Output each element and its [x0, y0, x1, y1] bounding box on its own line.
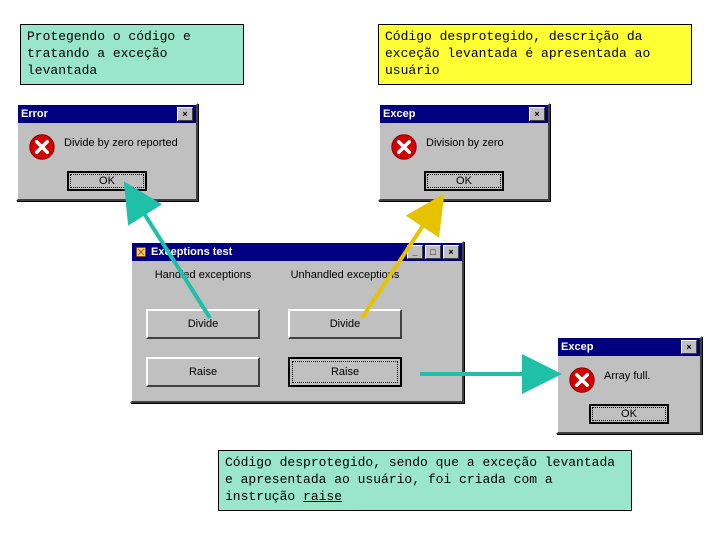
note-raise: Código desprotegido, sendo que a exceção…	[218, 450, 632, 511]
window-title: Error	[21, 108, 48, 120]
ok-button[interactable]: OK	[589, 404, 669, 424]
group-unhandled: Unhandled exceptions Divide Raise	[288, 269, 402, 387]
title-bar[interactable]: Exceptions test _ □ ×	[132, 243, 462, 261]
dialog-excep-arrayfull: Excep × Array full. OK	[556, 336, 702, 434]
note-protected: Protegendo o código e tratando a exceção…	[20, 24, 244, 85]
dialog-error: Error × Divide by zero reported OK	[16, 103, 198, 201]
group-handled: Handled exceptions Divide Raise	[146, 269, 260, 387]
window-title: Exceptions test	[151, 246, 232, 258]
handled-raise-button[interactable]: Raise	[146, 357, 260, 387]
minimize-icon[interactable]: _	[407, 245, 423, 259]
close-icon[interactable]: ×	[529, 107, 545, 121]
unhandled-raise-button[interactable]: Raise	[288, 357, 402, 387]
maximize-icon[interactable]: □	[425, 245, 441, 259]
error-icon	[390, 133, 418, 161]
close-icon[interactable]: ×	[681, 340, 697, 354]
dialog-excep-divzero: Excep × Division by zero OK	[378, 103, 550, 201]
close-icon[interactable]: ×	[177, 107, 193, 121]
close-icon[interactable]: ×	[443, 245, 459, 259]
title-bar[interactable]: Excep ×	[380, 105, 548, 123]
window-exceptions-test: Exceptions test _ □ × Handled exceptions…	[130, 241, 464, 403]
error-message: Divide by zero reported	[64, 133, 178, 149]
keyword-raise: raise	[303, 489, 342, 504]
window-title: Excep	[383, 108, 415, 120]
unhandled-divide-button[interactable]: Divide	[288, 309, 402, 339]
error-icon	[28, 133, 56, 161]
handled-divide-button[interactable]: Divide	[146, 309, 260, 339]
app-icon	[135, 246, 147, 258]
group-label-unhandled: Unhandled exceptions	[291, 269, 400, 281]
title-bar[interactable]: Error ×	[18, 105, 196, 123]
title-bar[interactable]: Excep ×	[558, 338, 700, 356]
group-label-handled: Handled exceptions	[155, 269, 252, 281]
ok-button[interactable]: OK	[424, 171, 504, 191]
ok-button[interactable]: OK	[67, 171, 147, 191]
error-message: Division by zero	[426, 133, 504, 149]
window-title: Excep	[561, 341, 593, 353]
error-icon	[568, 366, 596, 394]
note-unprotected-desc: Código desprotegido, descrição da exceçã…	[378, 24, 692, 85]
error-message: Array full.	[604, 366, 650, 382]
